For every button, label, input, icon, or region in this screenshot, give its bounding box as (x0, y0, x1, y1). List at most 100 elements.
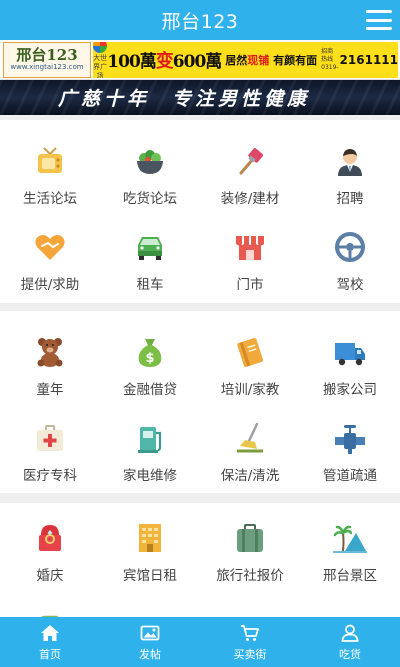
brand-name: 大世界广场 (93, 53, 108, 78)
partial-green-icon (333, 607, 367, 617)
category-label: 家电维修 (123, 468, 177, 484)
logo-text: 邢台123 (16, 46, 78, 64)
category-item[interactable]: 招聘 (300, 126, 400, 212)
category-item[interactable]: 生活论坛 (0, 126, 100, 212)
ad-text-part: 广慈十年 (58, 88, 151, 110)
health-ad-text: 广慈十年 专注男性健康 (58, 84, 310, 111)
partial-green-icon (33, 607, 67, 617)
category-label: 门市 (236, 277, 264, 293)
bottom-nav-bar: 首页 发帖 买卖街 吃货 (0, 617, 400, 667)
category-item-partial[interactable] (200, 589, 300, 617)
slogan-part: 600萬 (172, 51, 222, 72)
first-aid-kit-icon (33, 421, 67, 455)
category-item[interactable]: 家电维修 (100, 403, 200, 489)
category-label: 招聘 (336, 191, 364, 207)
partial-gray-icon (233, 607, 267, 617)
category-item[interactable]: 医疗专科 (0, 403, 100, 489)
category-item[interactable]: 吃货论坛 (100, 126, 200, 212)
user-icon (339, 623, 361, 643)
menu-line (366, 18, 392, 22)
ad-text-part: 专注男性健康 (172, 88, 311, 110)
ring-box-icon (33, 521, 67, 555)
storefront-icon (233, 230, 267, 264)
site-logo: 邢台123 www.xingtai123.com (3, 41, 91, 78)
nav-label: 首页 (39, 647, 61, 661)
category-item[interactable]: 装修/建材 (200, 126, 300, 212)
hotline-label: 招商热线 0319- (321, 47, 339, 71)
category-item-partial[interactable] (0, 589, 100, 617)
shopping-cart-icon (239, 623, 261, 643)
category-section-life: 生活论坛 吃货论坛 装修/建材 招聘 提供/求助 租车 门市 驾校 (0, 120, 400, 303)
sub-part: 现铺 (247, 53, 270, 67)
category-item-partial[interactable] (300, 589, 400, 617)
category-label: 婚庆 (36, 568, 64, 584)
category-label: 吃货论坛 (123, 191, 177, 207)
promo-strip: 大世界广场 100萬变600萬 居然现铺 有颜有面 招商热线 0319- 216… (93, 41, 398, 78)
category-item[interactable]: 租车 (100, 212, 200, 298)
category-label: 童年 (36, 382, 64, 398)
salad-bowl-icon (133, 144, 167, 178)
ad-subslogan: 居然现铺 有颜有面 (225, 52, 317, 68)
teddy-bear-icon (33, 335, 67, 369)
ad-banner-real-estate[interactable]: 邢台123 www.xingtai123.com 大世界广场 100萬变600萬… (0, 40, 400, 80)
category-item[interactable]: 童年 (0, 317, 100, 403)
nav-tab-post[interactable]: 发帖 (100, 617, 200, 667)
suitcase-icon (233, 521, 267, 555)
ad-slogan: 100萬变600萬 (107, 47, 222, 73)
brand-block: 大世界广场 (93, 41, 108, 78)
steering-wheel-icon (333, 230, 367, 264)
category-label: 保洁/清洗 (220, 468, 280, 484)
nav-tab-market[interactable]: 买卖街 (200, 617, 300, 667)
svg-text:$: $ (145, 351, 154, 366)
menu-line (366, 10, 392, 13)
category-item[interactable]: 提供/求助 (0, 212, 100, 298)
category-item[interactable]: 邢台景区 (300, 503, 400, 589)
category-item[interactable]: 搬家公司 (300, 317, 400, 403)
sub-part: 有颜有面 (273, 53, 318, 67)
category-item[interactable]: 驾校 (300, 212, 400, 298)
category-item[interactable]: 管道疏通 (300, 403, 400, 489)
category-label: 搬家公司 (323, 382, 377, 398)
category-label: 旅行社报价 (216, 568, 284, 584)
category-label: 生活论坛 (23, 191, 77, 207)
palm-mountain-icon (333, 521, 367, 555)
handshake-heart-icon (33, 230, 67, 264)
logo-url: www.xingtai123.com (10, 63, 84, 71)
pipe-valve-icon (333, 421, 367, 455)
paint-brush-icon (233, 144, 267, 178)
nav-tab-home[interactable]: 首页 (0, 617, 100, 667)
category-label: 邢台景区 (323, 568, 377, 584)
image-post-icon (139, 623, 161, 643)
hamburger-menu-icon[interactable] (366, 8, 392, 32)
ad-banner-health[interactable]: 广慈十年 专注男性健康 (0, 80, 400, 115)
slogan-part: 变 (155, 50, 174, 72)
category-item[interactable]: 培训/家教 (200, 317, 300, 403)
app-title: 邢台123 (161, 10, 239, 33)
car-icon (133, 230, 167, 264)
category-item-partial[interactable] (100, 589, 200, 617)
businessman-icon (333, 144, 367, 178)
category-item[interactable]: 保洁/清洗 (200, 403, 300, 489)
sub-part: 居然 (225, 53, 248, 67)
broom-icon (233, 421, 267, 455)
category-label: 宾馆日租 (123, 568, 177, 584)
nav-label: 吃货 (339, 647, 361, 661)
category-label: 租车 (136, 277, 164, 293)
category-item[interactable]: 宾馆日租 (100, 503, 200, 589)
category-section-services: 童年 $ 金融借贷 培训/家教 搬家公司 医疗专科 家电维修 保洁/清洗 管道疏… (0, 311, 400, 493)
nav-label: 发帖 (139, 647, 161, 661)
nav-tab-foodie[interactable]: 吃货 (300, 617, 400, 667)
category-label: 医疗专科 (23, 468, 77, 484)
gas-pump-icon (133, 421, 167, 455)
home-icon (39, 623, 61, 643)
nav-label: 买卖街 (233, 647, 267, 661)
category-label: 管道疏通 (323, 468, 377, 484)
notebook-icon (233, 335, 267, 369)
category-label: 金融借贷 (123, 382, 177, 398)
category-item[interactable]: 婚庆 (0, 503, 100, 589)
category-item[interactable]: 门市 (200, 212, 300, 298)
menu-line (366, 27, 392, 30)
category-item[interactable]: 旅行社报价 (200, 503, 300, 589)
category-item[interactable]: $ 金融借贷 (100, 317, 200, 403)
app-screen: 邢台123 邢台123 www.xingtai123.com 大世界广场 100… (0, 0, 400, 667)
